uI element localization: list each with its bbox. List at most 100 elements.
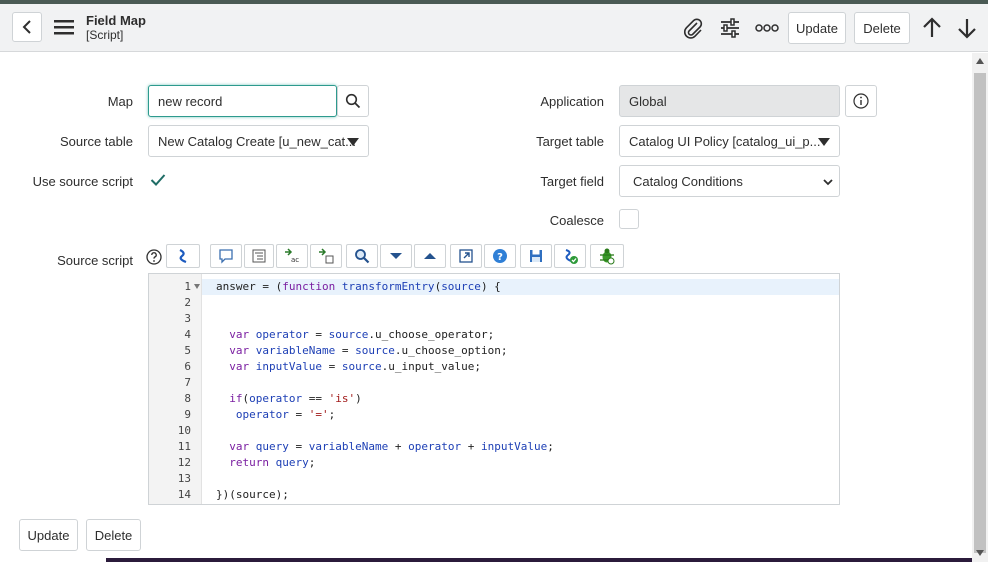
caret-down-icon (347, 138, 359, 146)
scrollbar-thumb[interactable] (974, 73, 986, 553)
replace-button[interactable]: ac (276, 244, 308, 268)
back-button[interactable] (12, 12, 42, 42)
chevron-down-icon (823, 179, 833, 186)
code-line: answer = (function transformEntry(source… (216, 280, 501, 293)
source-table-select[interactable]: New Catalog Create [u_new_cat... (148, 125, 369, 157)
save-script-button[interactable] (520, 244, 552, 268)
search-icon (345, 93, 361, 109)
vertical-scrollbar[interactable] (972, 53, 988, 562)
use-source-script-label: Use source script (32, 174, 133, 189)
syntax-toggle-icon (179, 249, 187, 264)
page-title: Field Map (86, 13, 146, 28)
application-label: Application (540, 94, 604, 109)
more-options-icon[interactable] (754, 18, 780, 38)
magnifier-icon (355, 249, 370, 264)
line-number: 5 (184, 344, 191, 357)
code-line: operator = '='; (235, 408, 336, 421)
coalesce-label: Coalesce (549, 213, 604, 228)
application-info-button[interactable] (845, 85, 877, 117)
line-number: 13 (177, 472, 191, 485)
svg-text:ac: ac (291, 256, 299, 264)
fold-arrow-icon[interactable] (194, 284, 200, 289)
caret-down-icon (818, 138, 830, 146)
toggle-syntax-editor-button[interactable] (166, 244, 200, 268)
help-icon[interactable] (146, 249, 162, 265)
format-code-icon (252, 249, 266, 263)
line-number: 14 (177, 488, 191, 501)
code-line: var query = variableName + operator + in… (229, 440, 554, 453)
chevron-left-icon (22, 20, 31, 34)
speech-bubble-icon (219, 249, 233, 264)
arrow-down-icon[interactable] (955, 16, 979, 40)
map-lookup-button[interactable] (337, 85, 369, 117)
line-number: 12 (177, 456, 191, 469)
footer-update-button[interactable]: Update (19, 519, 78, 551)
source-table-value: New Catalog Create [u_new_cat... (158, 133, 356, 149)
code-line: var variableName = source.u_choose_optio… (229, 344, 508, 357)
replace-all-icon (319, 248, 334, 264)
line-number: 2 (184, 296, 191, 309)
replace-icon: ac (285, 248, 299, 264)
target-table-label: Target table (536, 134, 604, 149)
page-subtitle: [Script] (86, 28, 124, 42)
fullscreen-button[interactable] (450, 244, 482, 268)
map-label: Map (107, 94, 133, 109)
target-field-label: Target field (540, 174, 604, 189)
svg-text:?: ? (497, 252, 503, 263)
find-next-button[interactable] (380, 244, 412, 268)
scroll-down-icon[interactable] (976, 550, 984, 556)
header-update-button[interactable]: Update (788, 12, 846, 44)
code-line: if(operator == 'is') (229, 392, 362, 405)
search-button[interactable] (346, 244, 378, 268)
header-delete-button[interactable]: Delete (854, 12, 910, 44)
line-number: 11 (177, 440, 191, 453)
script-help-button[interactable]: ? (484, 244, 516, 268)
application-field: Global (619, 85, 840, 117)
bottom-taskbar-edge (106, 558, 972, 562)
chevron-down-icon (390, 253, 402, 259)
code-line: var operator = source.u_choose_operator; (229, 328, 495, 341)
chevron-up-icon (424, 253, 436, 259)
target-field-value: Catalog Conditions (633, 173, 743, 189)
info-icon (853, 93, 869, 109)
arrow-up-icon[interactable] (920, 16, 944, 40)
hamburger-menu-icon[interactable] (52, 16, 76, 38)
form-header: Field Map [Script] Update Delete (0, 4, 988, 52)
bug-icon (600, 248, 615, 265)
checkmark-icon (150, 174, 166, 186)
line-number: 9 (184, 408, 191, 421)
line-number: 10 (177, 424, 191, 437)
check-debug-icon (565, 249, 578, 264)
paperclip-icon[interactable] (682, 16, 704, 40)
line-number: 4 (184, 328, 191, 341)
editor-gutter: 1 2 3 4 5 6 7 8 9 10 11 12 13 14 (149, 274, 202, 504)
toggle-breakpoint-button[interactable] (590, 244, 624, 268)
target-table-select[interactable]: Catalog UI Policy [catalog_ui_p... (619, 125, 840, 157)
script-editor[interactable]: 1 2 3 4 5 6 7 8 9 10 11 12 13 14 answer … (148, 273, 840, 505)
map-input[interactable]: new record (148, 85, 337, 117)
find-previous-button[interactable] (414, 244, 446, 268)
line-number: 3 (184, 312, 191, 325)
target-field-select[interactable]: Catalog Conditions (619, 165, 840, 197)
settings-sliders-icon[interactable] (718, 16, 742, 40)
expand-icon (459, 249, 473, 263)
floppy-disk-icon (530, 250, 542, 262)
source-script-label: Source script (57, 253, 133, 268)
format-code-button[interactable] (244, 244, 274, 268)
code-line: return query; (229, 456, 316, 469)
target-table-value: Catalog UI Policy [catalog_ui_p... (629, 133, 821, 149)
line-number: 8 (184, 392, 191, 405)
use-source-script-checkbox[interactable] (148, 170, 168, 190)
code-line: })(source); (216, 488, 289, 501)
line-number: 6 (184, 360, 191, 373)
line-number: 7 (184, 376, 191, 389)
line-number: 1 (184, 280, 191, 293)
code-line: var inputValue = source.u_input_value; (229, 360, 481, 373)
script-debugger-button[interactable] (554, 244, 586, 268)
help-circle-icon: ? (493, 249, 507, 263)
coalesce-checkbox[interactable] (619, 209, 639, 229)
footer-delete-button[interactable]: Delete (86, 519, 141, 551)
scroll-up-icon[interactable] (976, 58, 984, 64)
comment-button[interactable] (210, 244, 242, 268)
replace-all-button[interactable] (310, 244, 342, 268)
